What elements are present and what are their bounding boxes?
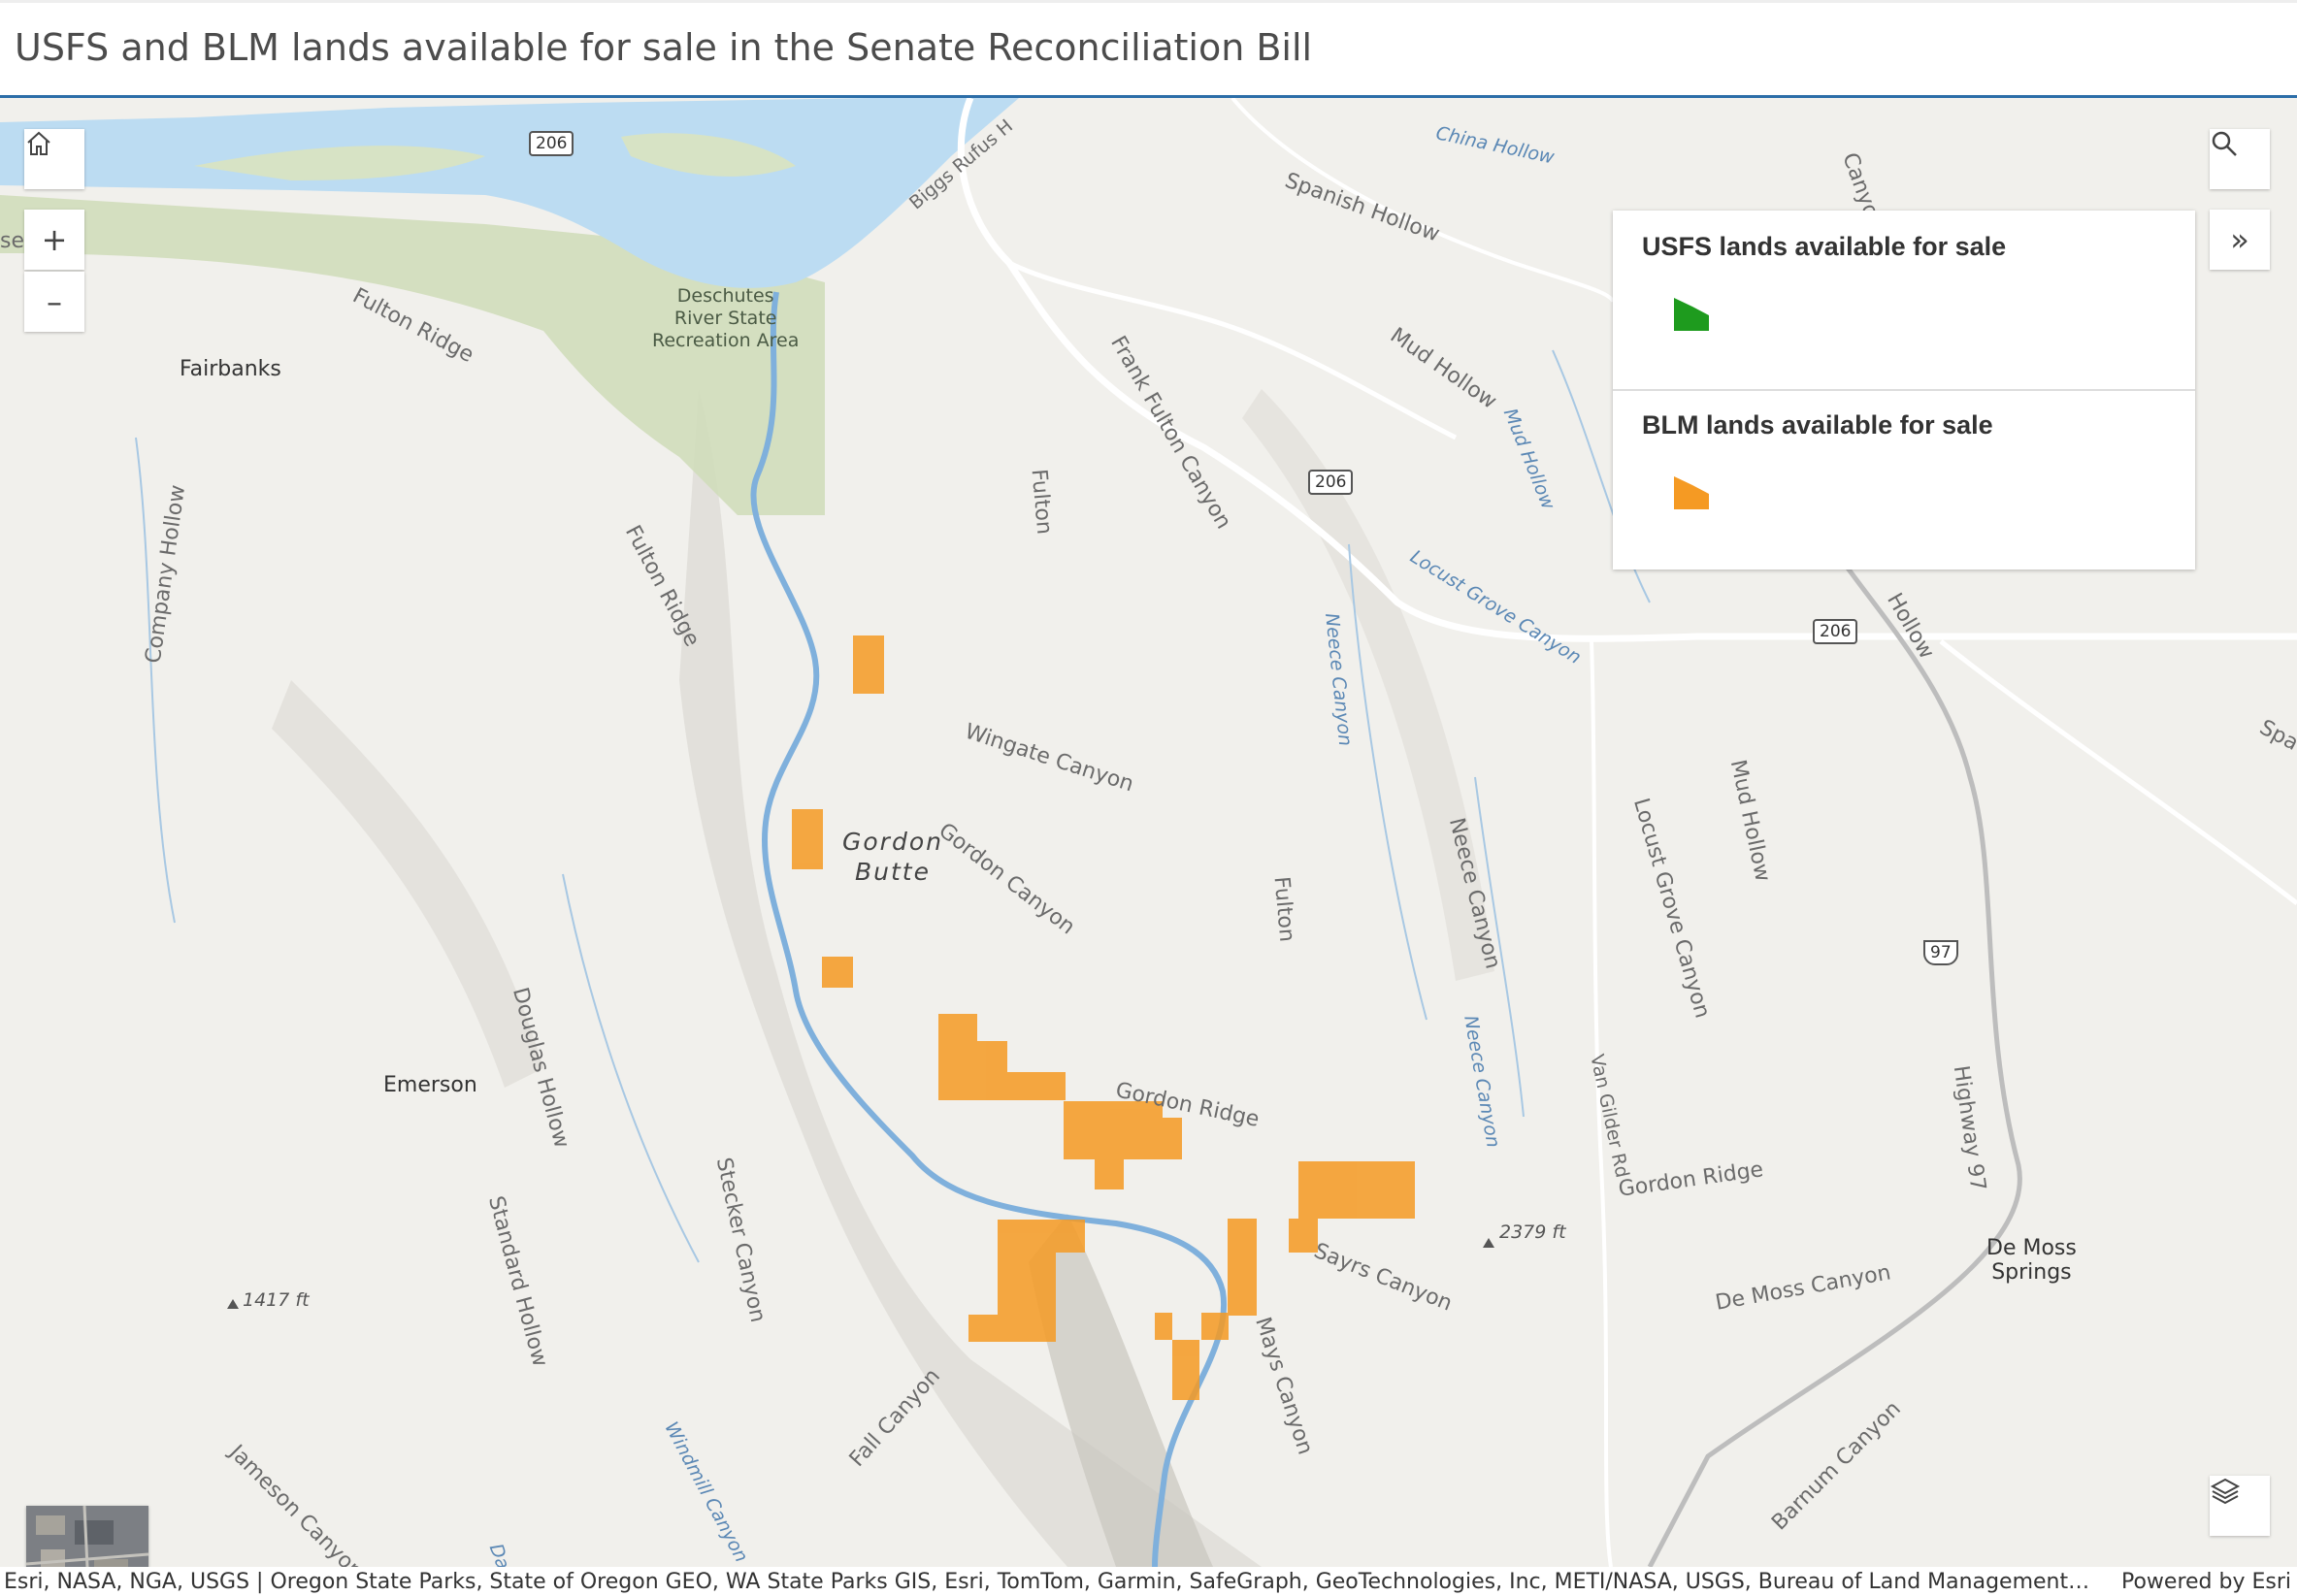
- legend-item-title: USFS lands available for sale: [1642, 232, 2007, 261]
- elevation-label: 2379 ft: [1499, 1221, 1566, 1243]
- blm-parcel: [822, 957, 853, 988]
- park-label: Deschutes River State Recreation Area: [652, 285, 800, 351]
- search-button[interactable]: [2210, 129, 2270, 189]
- page-title: USFS and BLM lands available for sale in…: [15, 26, 1313, 69]
- usfs-swatch-icon: [1674, 298, 1709, 331]
- road: [1939, 639, 2297, 905]
- us-route-shield: 97: [1923, 940, 1958, 965]
- blm-parcel: [1064, 1101, 1182, 1189]
- home-icon: [27, 131, 50, 155]
- zoom-out-button[interactable]: –: [24, 272, 84, 332]
- feature-label: Gordon Butte: [842, 828, 943, 886]
- layers-button[interactable]: [2210, 1476, 2270, 1536]
- blm-parcel: [1172, 1340, 1199, 1400]
- home-button[interactable]: [24, 129, 84, 189]
- collapse-legend-button[interactable]: »: [2210, 210, 2270, 270]
- legend-divider: [1613, 389, 2195, 391]
- overview-map-image: [26, 1506, 148, 1567]
- powered-by-esri-link[interactable]: Powered by Esri: [2121, 1570, 2291, 1594]
- blm-parcel: [938, 1014, 1066, 1100]
- elevation-marker: [227, 1299, 239, 1309]
- terrain-shade: [272, 680, 543, 1088]
- blm-parcel: [1201, 1313, 1229, 1340]
- attribution-bar: Esri, NASA, NGA, USGS | Oregon State Par…: [0, 1567, 2297, 1596]
- route-shield: 206: [1308, 470, 1354, 495]
- route-shield: 206: [529, 131, 574, 156]
- blm-parcel: [1228, 1219, 1257, 1316]
- road: [1647, 484, 2022, 1567]
- blm-parcel: [1289, 1161, 1415, 1253]
- search-icon: [2212, 131, 2237, 156]
- legend-panel: USFS lands available for sale BLM lands …: [1613, 211, 2195, 570]
- elevation-label: 1417 ft: [243, 1289, 310, 1311]
- place-label: Fairbanks: [180, 357, 281, 381]
- place-label: De Moss Springs: [1986, 1236, 2077, 1285]
- attribution-text[interactable]: Esri, NASA, NGA, USGS | Oregon State Par…: [4, 1570, 2090, 1594]
- blm-swatch-icon: [1674, 476, 1709, 509]
- blm-parcel: [792, 809, 823, 869]
- blm-parcel: [853, 635, 884, 694]
- app-header: USFS and BLM lands available for sale in…: [0, 0, 2297, 98]
- zoom-in-button[interactable]: +: [24, 210, 84, 270]
- creek: [562, 873, 700, 1263]
- route-shield: 206: [1813, 619, 1858, 644]
- legend-item-title: BLM lands available for sale: [1642, 410, 1993, 440]
- overview-map-thumbnail[interactable]: [26, 1506, 148, 1567]
- chevron-double-right-icon: »: [2230, 221, 2249, 258]
- layers-icon: [2210, 1478, 2241, 1505]
- place-label: Emerson: [383, 1073, 477, 1097]
- blm-parcel: [1155, 1313, 1172, 1340]
- elevation-marker: [1483, 1238, 1494, 1248]
- road: [1231, 98, 1615, 303]
